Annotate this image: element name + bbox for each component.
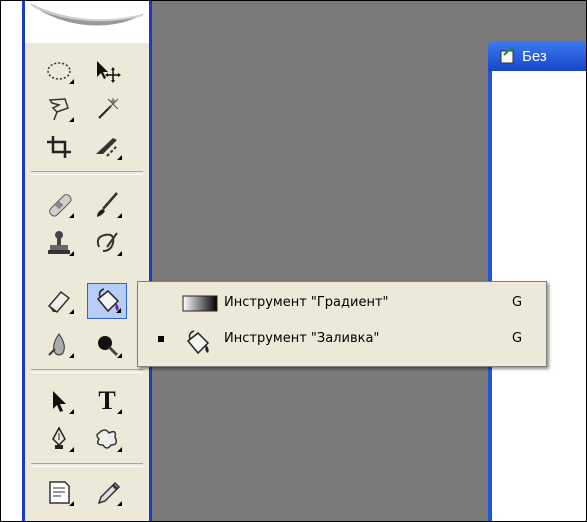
document-icon xyxy=(500,48,514,64)
eraser-tool[interactable] xyxy=(39,283,79,319)
menu-item-shortcut: G xyxy=(512,331,523,346)
magic-wand-tool[interactable] xyxy=(87,91,127,127)
paint-bucket-tool[interactable] xyxy=(87,283,127,319)
document-title-bar[interactable]: Без xyxy=(488,41,586,71)
paint-bucket-icon xyxy=(182,329,216,359)
crop-icon xyxy=(47,136,71,158)
move-icon xyxy=(97,61,121,83)
submenu-indicator xyxy=(69,409,74,414)
submenu-indicator xyxy=(69,117,74,122)
left-margin xyxy=(1,1,22,521)
submenu-indicator xyxy=(69,213,74,218)
eyedropper-tool[interactable] xyxy=(87,475,127,511)
submenu-indicator xyxy=(69,309,74,314)
tool-flyout-menu: Инструмент "Градиент" G Инструмент "Зали… xyxy=(137,281,547,367)
blur-tool[interactable] xyxy=(39,327,79,363)
submenu-indicator xyxy=(69,79,74,84)
submenu-indicator xyxy=(117,251,122,256)
submenu-indicator xyxy=(117,353,122,358)
notes-tool[interactable] xyxy=(39,475,79,511)
toolbox: T xyxy=(22,1,152,521)
tool-separator xyxy=(31,369,143,373)
marquee-ellipse-tool[interactable] xyxy=(39,53,79,89)
toolbox-panel: T xyxy=(25,1,149,521)
photoshop-window: T Без Инструмент "Градиент" G Инструмент… xyxy=(0,0,587,522)
gradient-icon xyxy=(182,293,218,317)
submenu-indicator xyxy=(69,251,74,256)
type-icon: T xyxy=(98,386,116,415)
healing-brush-tool[interactable] xyxy=(39,187,79,223)
crop-tool[interactable] xyxy=(39,129,79,165)
submenu-indicator xyxy=(117,447,122,452)
path-selection-tool[interactable] xyxy=(39,383,79,419)
lasso-tool[interactable] xyxy=(39,91,79,127)
submenu-indicator xyxy=(117,501,122,506)
clone-stamp-tool[interactable] xyxy=(39,225,79,261)
move-tool[interactable] xyxy=(87,53,127,89)
menu-item-shortcut: G xyxy=(512,295,523,310)
dodge-tool[interactable] xyxy=(87,327,127,363)
history-brush-tool[interactable] xyxy=(87,225,127,261)
menu-item-label: Инструмент "Градиент" xyxy=(224,295,389,310)
submenu-indicator xyxy=(116,308,121,313)
pen-tool[interactable] xyxy=(39,421,79,457)
tool-separator xyxy=(31,463,143,467)
submenu-indicator xyxy=(117,155,122,160)
magic-wand-icon xyxy=(98,98,119,119)
slice-tool[interactable] xyxy=(87,129,127,165)
tool-separator xyxy=(31,171,143,175)
menu-item-paint-bucket-tool[interactable]: Инструмент "Заливка" G xyxy=(138,324,546,355)
brush-tool[interactable] xyxy=(87,187,127,223)
submenu-indicator xyxy=(117,213,122,218)
submenu-indicator xyxy=(69,447,74,452)
menu-item-label: Инструмент "Заливка" xyxy=(224,331,380,346)
selected-marker xyxy=(158,336,164,342)
submenu-indicator xyxy=(69,353,74,358)
feather-logo xyxy=(25,1,149,43)
submenu-indicator xyxy=(69,501,74,506)
submenu-indicator xyxy=(117,409,122,414)
document-title: Без xyxy=(522,47,547,65)
menu-item-gradient-tool[interactable]: Инструмент "Градиент" G xyxy=(138,288,546,318)
type-tool[interactable]: T xyxy=(87,383,127,419)
custom-shape-tool[interactable] xyxy=(87,421,127,457)
feather-icon xyxy=(29,3,145,26)
